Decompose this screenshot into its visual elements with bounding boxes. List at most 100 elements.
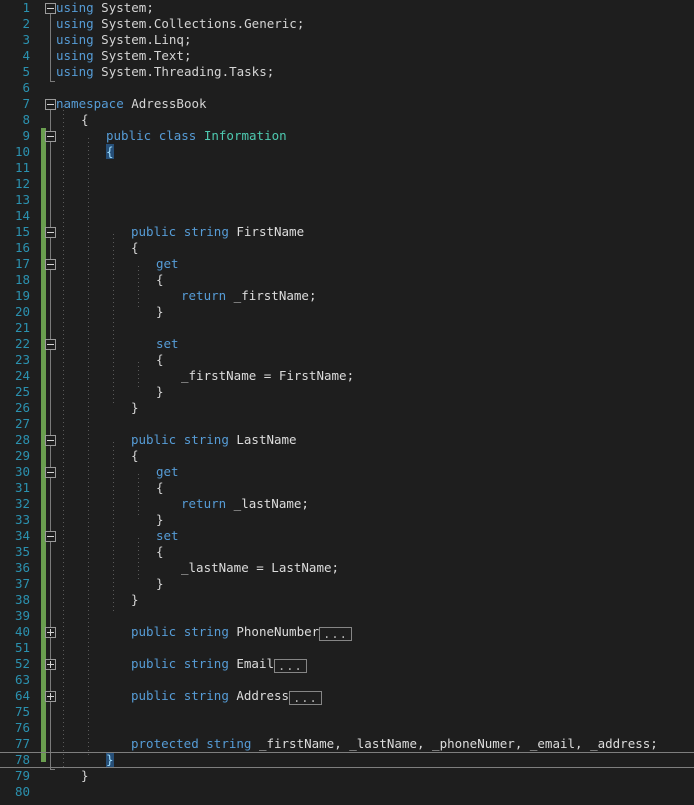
code-line[interactable]: 21	[0, 320, 694, 336]
code-text[interactable]: public string PhoneNumber...	[131, 624, 352, 641]
expand-region-icon[interactable]	[45, 627, 56, 638]
code-line[interactable]: 38}	[0, 592, 694, 608]
code-text[interactable]: set	[156, 528, 179, 544]
collapse-region-icon[interactable]	[45, 131, 56, 142]
code-line[interactable]: 34 set	[0, 528, 694, 544]
collapsed-region-ellipsis[interactable]: ...	[274, 659, 307, 673]
code-text[interactable]: set	[156, 336, 179, 352]
code-text[interactable]: get	[156, 256, 179, 272]
code-line[interactable]: 32 return _lastName;	[0, 496, 694, 512]
code-line[interactable]: 36 _lastName = LastName;	[0, 560, 694, 576]
collapse-region-icon[interactable]	[45, 3, 56, 14]
code-line[interactable]: 23 {	[0, 352, 694, 368]
code-line[interactable]: 40 public string PhoneNumber...	[0, 624, 694, 641]
code-line[interactable]: 63	[0, 672, 694, 688]
code-text[interactable]: using System.Threading.Tasks;	[56, 64, 274, 80]
expand-region-icon[interactable]	[45, 691, 56, 702]
code-text[interactable]: {	[131, 240, 139, 256]
code-text[interactable]: using System;	[56, 0, 154, 16]
code-line[interactable]: 12	[0, 176, 694, 192]
code-text[interactable]: }	[156, 512, 164, 528]
code-text[interactable]: }	[131, 400, 139, 416]
code-line[interactable]: 5 using System.Threading.Tasks;	[0, 64, 694, 80]
collapse-region-icon[interactable]	[45, 531, 56, 542]
code-line[interactable]: 4 using System.Text;	[0, 48, 694, 64]
collapse-region-icon[interactable]	[45, 227, 56, 238]
code-text[interactable]: {	[156, 544, 164, 560]
code-text[interactable]: {	[156, 352, 164, 368]
code-line[interactable]: 26}	[0, 400, 694, 416]
code-line[interactable]: 52 public string Email...	[0, 656, 694, 673]
code-line[interactable]: 18 {	[0, 272, 694, 288]
code-text[interactable]: }	[106, 752, 114, 768]
code-text[interactable]: using System.Linq;	[56, 32, 191, 48]
code-text[interactable]: {	[131, 448, 139, 464]
code-line[interactable]: 25}	[0, 384, 694, 400]
code-text[interactable]: return _lastName;	[181, 496, 309, 512]
collapse-region-icon[interactable]	[45, 339, 56, 350]
code-line[interactable]: 24 _firstName = FirstName;	[0, 368, 694, 384]
collapsed-region-ellipsis[interactable]: ...	[289, 691, 322, 705]
code-line[interactable]: 20}	[0, 304, 694, 320]
code-text[interactable]: {	[156, 480, 164, 496]
code-editor[interactable]: 1 using System; 2 using System.Collections.…	[0, 0, 694, 805]
code-text[interactable]: {	[156, 272, 164, 288]
code-text[interactable]: {	[81, 112, 89, 128]
code-text[interactable]: public string Email...	[131, 656, 307, 673]
code-text[interactable]: }	[156, 384, 164, 400]
collapse-region-icon[interactable]	[45, 467, 56, 478]
code-text[interactable]: using System.Text;	[56, 48, 191, 64]
expand-region-icon[interactable]	[45, 659, 56, 670]
code-line[interactable]: 51	[0, 640, 694, 656]
code-line[interactable]: 15 public string FirstName	[0, 224, 694, 240]
code-text[interactable]: _firstName = FirstName;	[181, 368, 354, 384]
collapse-region-icon[interactable]	[45, 435, 56, 446]
code-text[interactable]: public string Address...	[131, 688, 322, 705]
code-line[interactable]: 16 {	[0, 240, 694, 256]
code-line[interactable]: 29 {	[0, 448, 694, 464]
code-line[interactable]: 80	[0, 784, 694, 800]
code-line[interactable]: 27	[0, 416, 694, 432]
code-text[interactable]: _lastName = LastName;	[181, 560, 339, 576]
code-text[interactable]: return _firstName;	[181, 288, 316, 304]
code-line[interactable]: 19 return _firstName;	[0, 288, 694, 304]
code-line[interactable]: 10 {	[0, 144, 694, 160]
code-line[interactable]: 30 get	[0, 464, 694, 480]
code-line[interactable]: 75	[0, 704, 694, 720]
code-line[interactable]: 3 using System.Linq;	[0, 32, 694, 48]
code-text[interactable]: }	[81, 768, 89, 784]
code-line[interactable]: 79}	[0, 768, 694, 784]
code-line[interactable]: 17 get	[0, 256, 694, 272]
code-line[interactable]: 8{	[0, 112, 694, 128]
code-text[interactable]: get	[156, 464, 179, 480]
code-text[interactable]: public string LastName	[131, 432, 297, 448]
code-line[interactable]: 14	[0, 208, 694, 224]
code-text[interactable]: }	[156, 576, 164, 592]
code-line[interactable]: 35 {	[0, 544, 694, 560]
code-line[interactable]: 77 protected string _firstName, _lastName…	[0, 736, 694, 752]
collapsed-region-ellipsis[interactable]: ...	[319, 627, 352, 641]
code-line[interactable]: 7 namespace AdressBook	[0, 96, 694, 112]
code-line[interactable]: 33}	[0, 512, 694, 528]
code-text[interactable]: public string FirstName	[131, 224, 304, 240]
code-line[interactable]: 6	[0, 80, 694, 96]
collapse-region-icon[interactable]	[45, 259, 56, 270]
code-line[interactable]: 13	[0, 192, 694, 208]
code-text[interactable]: public class Information	[106, 128, 287, 144]
code-line[interactable]: 22 set	[0, 336, 694, 352]
code-line[interactable]: 31 {	[0, 480, 694, 496]
code-line[interactable]: 78}	[0, 752, 694, 768]
code-line[interactable]: 64 public string Address...	[0, 688, 694, 705]
code-line[interactable]: 2 using System.Collections.Generic;	[0, 16, 694, 32]
code-text[interactable]: protected string _firstName, _lastName, …	[131, 736, 658, 752]
code-line[interactable]: 11	[0, 160, 694, 176]
code-line[interactable]: 39	[0, 608, 694, 624]
code-text[interactable]: namespace AdressBook	[56, 96, 207, 112]
code-line[interactable]: 37}	[0, 576, 694, 592]
code-text[interactable]: {	[106, 144, 114, 160]
code-line[interactable]: 1 using System;	[0, 0, 694, 16]
code-text[interactable]: using System.Collections.Generic;	[56, 16, 304, 32]
code-line[interactable]: 28 public string LastName	[0, 432, 694, 448]
code-line[interactable]: 9 public class Information	[0, 128, 694, 144]
code-text[interactable]: }	[131, 592, 139, 608]
